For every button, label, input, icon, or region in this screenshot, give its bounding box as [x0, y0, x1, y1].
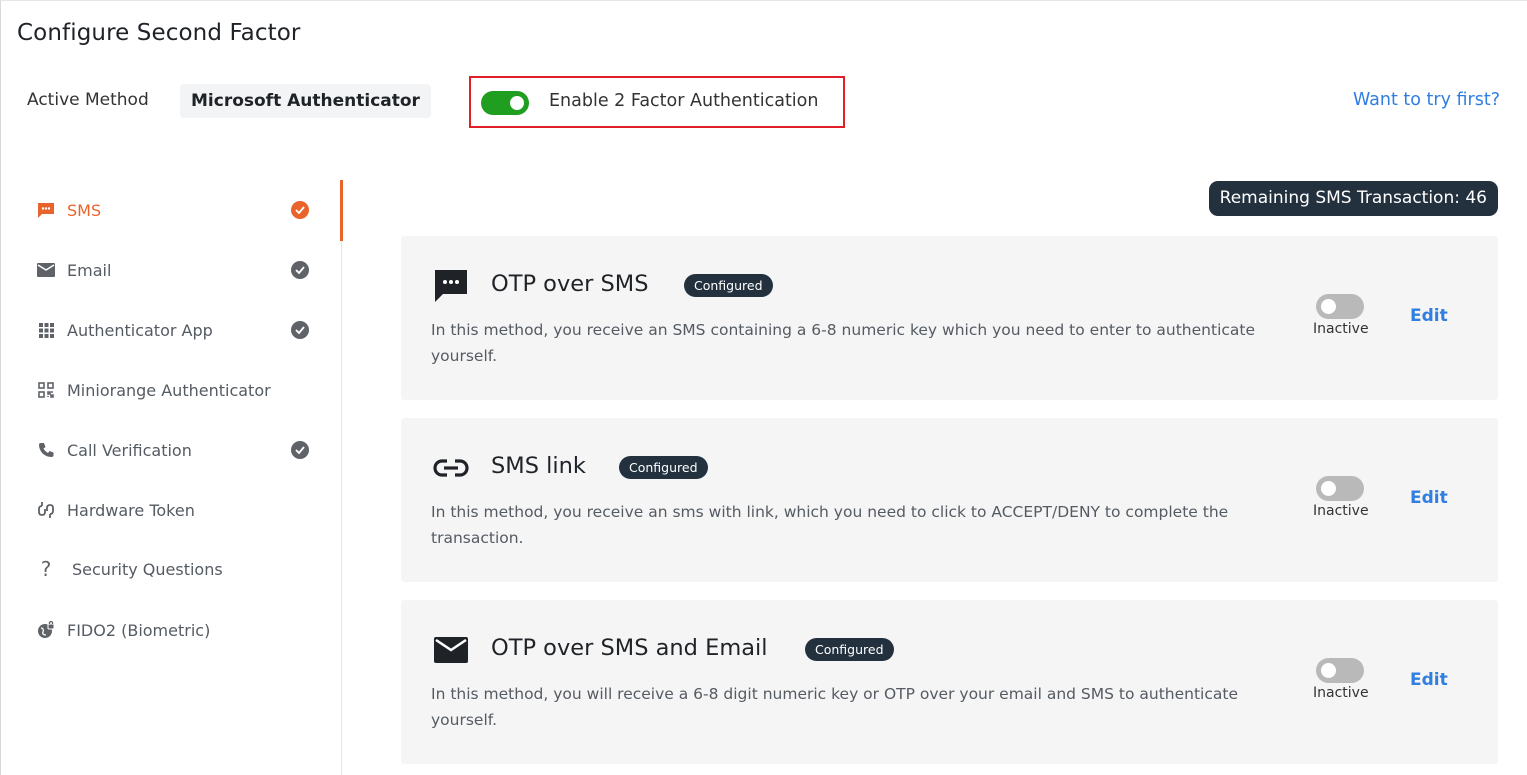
- toggle-knob: [1321, 299, 1336, 314]
- sms-bubble-icon: [433, 268, 469, 304]
- token-icon: [36, 500, 56, 520]
- sidebar-item-label: Miniorange Authenticator: [67, 380, 271, 400]
- active-indicator: [340, 180, 343, 241]
- sidebar-item-label: Security Questions: [72, 559, 223, 579]
- toggle-knob: [1321, 481, 1336, 496]
- sidebar-item-hardware-token[interactable]: Hardware Token: [36, 495, 316, 525]
- toggle-knob: [1321, 663, 1336, 678]
- enable-2fa-toggle[interactable]: [481, 91, 529, 115]
- method-toggle[interactable]: [1316, 294, 1364, 319]
- status-label: Inactive: [1313, 685, 1369, 701]
- check-circle-icon: [291, 261, 309, 279]
- sidebar-item-email[interactable]: Email: [36, 255, 316, 285]
- method-title: OTP over SMS: [491, 271, 649, 297]
- sidebar-item-label: SMS: [67, 200, 102, 220]
- edit-button[interactable]: Edit: [1410, 670, 1448, 690]
- email-icon: [36, 260, 56, 280]
- check-circle-icon: [291, 201, 309, 219]
- check-circle-icon: [291, 321, 309, 339]
- sidebar-item-call-verification[interactable]: Call Verification: [36, 435, 316, 465]
- active-method-value: Microsoft Authenticator: [180, 84, 431, 118]
- edit-button[interactable]: Edit: [1410, 488, 1448, 508]
- remaining-sms-badge: Remaining SMS Transaction: 46: [1208, 181, 1498, 216]
- method-description: In this method, you will receive a 6-8 d…: [431, 685, 1238, 729]
- edit-button[interactable]: Edit: [1410, 306, 1448, 326]
- envelope-icon: [433, 632, 469, 668]
- configured-badge: Configured: [805, 638, 894, 661]
- question-icon: ?: [40, 557, 52, 581]
- grid-icon: [36, 320, 56, 340]
- sidebar-item-fido2[interactable]: FIDO2 (Biometric): [36, 615, 316, 645]
- qr-icon: [36, 380, 56, 400]
- configured-badge: Configured: [684, 274, 773, 297]
- sidebar-item-label: Call Verification: [67, 440, 192, 460]
- method-title: SMS link: [491, 453, 586, 479]
- active-method-label: Active Method: [27, 90, 149, 110]
- enable-2fa-highlight: Enable 2 Factor Authentication: [469, 76, 845, 128]
- sidebar-item-sms[interactable]: SMS: [36, 195, 316, 225]
- method-card-otp-over-sms-and-email: OTP over SMS and Email Configured In thi…: [401, 600, 1498, 764]
- method-description: In this method, you receive an SMS conta…: [431, 321, 1256, 365]
- method-card-sms-link: SMS link Configured In this method, you …: [401, 418, 1498, 582]
- toggle-knob: [510, 96, 524, 110]
- enable-2fa-label: Enable 2 Factor Authentication: [549, 91, 819, 111]
- check-circle-icon: [291, 441, 309, 459]
- sidebar-item-label: Email: [67, 260, 112, 280]
- method-card-otp-over-sms: OTP over SMS Configured In this method, …: [401, 236, 1498, 400]
- sidebar-item-label: Hardware Token: [67, 500, 195, 520]
- sidebar-item-authenticator-app[interactable]: Authenticator App: [36, 315, 316, 345]
- sidebar-item-label: Authenticator App: [67, 320, 213, 340]
- status-label: Inactive: [1313, 321, 1369, 337]
- want-to-try-first-link[interactable]: Want to try first?: [1353, 90, 1500, 110]
- method-description: In this method, you receive an sms with …: [431, 503, 1229, 547]
- configured-badge: Configured: [619, 456, 708, 479]
- phone-icon: [36, 440, 56, 460]
- page-title: Configure Second Factor: [17, 20, 301, 46]
- sidebar-item-miniorange-authenticator[interactable]: Miniorange Authenticator: [36, 375, 316, 405]
- globe-lock-icon: [36, 620, 56, 640]
- sidebar-item-security-questions[interactable]: ? Security Questions: [36, 554, 316, 584]
- status-label: Inactive: [1313, 503, 1369, 519]
- method-title: OTP over SMS and Email: [491, 635, 768, 661]
- link-icon: [433, 450, 469, 486]
- sidebar-item-label: FIDO2 (Biometric): [67, 620, 211, 640]
- method-toggle[interactable]: [1316, 658, 1364, 683]
- method-toggle[interactable]: [1316, 476, 1364, 501]
- sms-icon: [36, 200, 56, 220]
- method-sidebar: SMS Email Authenticator App Miniorange A…: [0, 180, 343, 775]
